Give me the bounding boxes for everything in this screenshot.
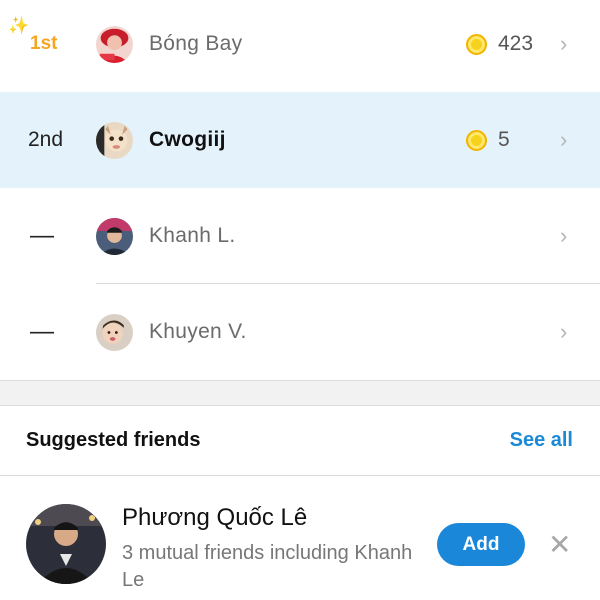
player-name: Khuyen V. bbox=[149, 320, 247, 343]
chevron-right-icon: › bbox=[560, 127, 568, 152]
player-name: Khanh L. bbox=[149, 224, 236, 247]
rank-label: 1st bbox=[30, 33, 58, 54]
chevron-right-icon: › bbox=[560, 319, 568, 344]
suggested-friends-header: Suggested friends See all bbox=[0, 406, 600, 476]
rank-label: 2nd bbox=[28, 128, 64, 151]
mutual-friends-text: 3 mutual friends including Khanh Le bbox=[122, 542, 413, 591]
coin-icon bbox=[466, 129, 487, 151]
player-points: 423 bbox=[498, 32, 534, 55]
section-separator bbox=[0, 380, 600, 406]
close-icon[interactable]: ✕ bbox=[548, 528, 571, 561]
leaderboard-row-unranked[interactable]: — Khuyen V. › bbox=[0, 284, 600, 380]
coin-icon bbox=[466, 33, 487, 55]
leaderboard-row-unranked[interactable]: — Khanh L. › bbox=[0, 188, 600, 284]
player-points: 5 bbox=[498, 128, 510, 151]
avatar bbox=[26, 504, 106, 584]
add-friend-button[interactable]: Add bbox=[437, 523, 525, 566]
avatar bbox=[96, 313, 133, 351]
chevron-right-icon: › bbox=[560, 31, 568, 56]
player-name: Bóng Bay bbox=[149, 32, 243, 55]
sparkle-icon: ✨ bbox=[8, 16, 30, 35]
player-name: Cwogiij bbox=[149, 128, 226, 151]
rank-label: — bbox=[30, 318, 54, 345]
section-title: Suggested friends bbox=[26, 429, 201, 451]
leaderboard-row-2nd[interactable]: 2nd Cwogiij 5 › bbox=[0, 92, 600, 188]
see-all-link[interactable]: See all bbox=[510, 429, 573, 452]
suggested-friend-item[interactable]: Phương Quốc Lê 3 mutual friends includin… bbox=[0, 477, 600, 600]
rank-label: — bbox=[30, 222, 54, 249]
friend-name: Phương Quốc Lê bbox=[122, 504, 308, 531]
leaderboard-row-1st[interactable]: ✨ 1st Bóng Bay 423 › bbox=[0, 0, 600, 92]
chevron-right-icon: › bbox=[560, 223, 568, 248]
avatar bbox=[96, 217, 133, 255]
avatar bbox=[96, 25, 133, 63]
avatar bbox=[96, 121, 133, 159]
